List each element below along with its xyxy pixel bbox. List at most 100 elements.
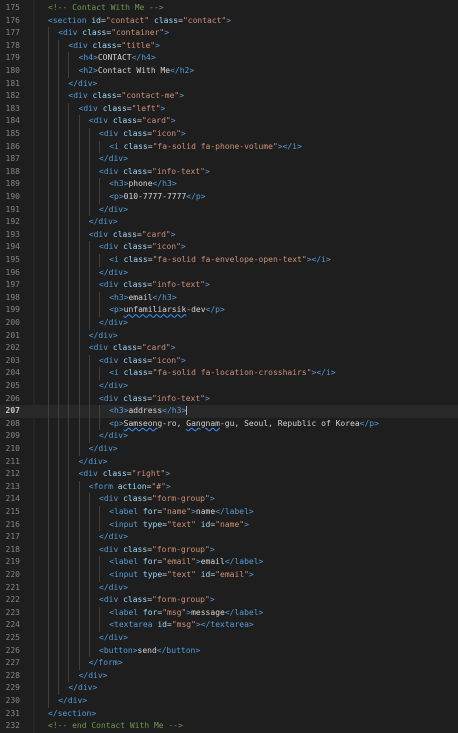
code-line[interactable]: 195 <i class="fa-solid fa-envelope-open-t…	[0, 254, 458, 267]
code-token: name	[195, 507, 216, 516]
code-token: </div>	[99, 582, 128, 592]
code-line[interactable]: 183 <div class="left">	[0, 102, 458, 116]
indent-guide	[48, 77, 49, 91]
code-token: class	[82, 28, 107, 38]
code-line[interactable]: 232 <!-- end Contact With Me -->	[0, 720, 458, 733]
code-text: </div>	[79, 456, 108, 469]
code-line[interactable]: 189 <h3>phone</h3>	[0, 178, 458, 191]
code-token: 010-7777-7777	[123, 192, 187, 201]
code-line[interactable]: 218 <div class="form-group">	[0, 543, 458, 557]
code-token: >	[165, 481, 171, 491]
code-line[interactable]: 216 <input type="text" id="name">	[0, 518, 458, 532]
code-token: ></i>	[277, 141, 302, 151]
code-text: <div class="card">	[89, 342, 176, 355]
code-line[interactable]: 224 <textarea id="msg"></textarea>	[0, 619, 458, 632]
code-line[interactable]: 226 <button>send</button>	[0, 644, 458, 658]
indent-guide	[88, 291, 90, 305]
code-token: >	[248, 570, 254, 579]
code-line[interactable]: 223 <label for="msg">message</label>	[0, 606, 458, 620]
code-line[interactable]: 175 <!-- Contact With Me -->	[0, 2, 458, 15]
indent-guide	[68, 632, 70, 645]
code-line[interactable]: 219 <label for="email">email</label>	[0, 556, 458, 569]
code-line[interactable]: 176 <section id="contact" class="contact"…	[0, 15, 458, 28]
code-line[interactable]: 199 <p>unfamiliarsik-dev</p>	[0, 304, 458, 317]
code-line[interactable]: 203 <div class="icon">	[0, 354, 458, 368]
code-line[interactable]: 182 <div class="contact-me">	[0, 90, 458, 103]
code-line[interactable]: 180 <h2>Contact With Me</h2>	[0, 65, 458, 78]
code-line[interactable]: 178 <div class="title">	[0, 39, 458, 53]
code-line[interactable]: 211 </div>	[0, 455, 458, 469]
indent-guide	[58, 52, 60, 65]
code-line[interactable]: 206 <div class="info-text">	[0, 392, 458, 406]
code-line[interactable]: 207 <h3>address</h3>	[0, 405, 458, 418]
code-line[interactable]: 177 <div class="container">	[0, 27, 458, 40]
code-text: <label for="msg">message</label>	[109, 607, 263, 620]
code-line[interactable]: 228 </div>	[0, 669, 458, 683]
code-token: class	[92, 40, 117, 50]
code-line[interactable]: 210 </div>	[0, 443, 458, 456]
code-token: "container"	[111, 28, 165, 38]
code-line[interactable]: 188 <div class="info-text">	[0, 165, 458, 179]
code-text: <div class="icon">	[99, 355, 186, 368]
code-line[interactable]: 190 <p>010-7777-7777</p>	[0, 191, 458, 204]
code-line[interactable]: 193 <div class="card">	[0, 228, 458, 242]
indent-guide	[48, 90, 49, 103]
code-line[interactable]: 187 </div>	[0, 153, 458, 166]
code-line[interactable]: 222 <div class="form-group">	[0, 594, 458, 607]
code-line[interactable]: 197 <div class="info-text">	[0, 279, 458, 292]
code-line[interactable]: 221 </div>	[0, 581, 458, 595]
code-line[interactable]: 186 <i class="fa-solid fa-phone-volume"><…	[0, 140, 458, 154]
code-line[interactable]: 205 </div>	[0, 380, 458, 393]
code-line[interactable]: 184 <div class="card">	[0, 115, 458, 128]
code-text: <h3>phone</h3>	[109, 178, 176, 191]
code-token: class	[123, 368, 148, 378]
indent-guide	[99, 254, 100, 267]
code-token: <label	[109, 557, 143, 567]
code-line[interactable]: 181 </div>	[0, 77, 458, 91]
indent-guide	[58, 367, 60, 380]
code-text: </div>	[58, 695, 87, 708]
code-line[interactable]: 200 </div>	[0, 317, 458, 330]
code-line[interactable]: 213 <form action="#">	[0, 480, 458, 494]
code-line[interactable]: 215 <label for="name">name</label>	[0, 506, 458, 519]
code-line[interactable]: 231 </section>	[0, 708, 458, 721]
code-token: >	[205, 393, 210, 403]
code-line[interactable]: 198 <h3>email</h3>	[0, 291, 458, 305]
code-line[interactable]: 191 </div>	[0, 203, 458, 217]
code-token: </label>	[224, 607, 264, 617]
code-line[interactable]: 185 <div class="icon">	[0, 128, 458, 141]
code-token: "icon"	[152, 355, 181, 365]
code-line[interactable]: 230 </div>	[0, 695, 458, 708]
code-line[interactable]: 227 </form>	[0, 657, 458, 670]
code-text: <div class="card">	[89, 115, 176, 128]
code-line[interactable]: 201 </div>	[0, 329, 458, 343]
indent-guide	[68, 455, 70, 469]
code-line[interactable]: 217 </div>	[0, 531, 458, 544]
code-token: "text"	[167, 570, 196, 579]
line-number: 231	[5, 708, 20, 718]
code-line[interactable]: 202 <div class="card">	[0, 342, 458, 355]
indent-guide	[99, 304, 100, 317]
code-line[interactable]: 196 </div>	[0, 266, 458, 280]
code-editor[interactable]: 175 <!-- Contact With Me --> 176 <section i…	[0, 0, 458, 733]
line-number: 218	[5, 544, 20, 554]
code-line[interactable]: 229 </div>	[0, 682, 458, 695]
code-line[interactable]: 194 <div class="icon">	[0, 241, 458, 254]
code-line[interactable]: 212 <div class="right">	[0, 468, 458, 481]
code-line[interactable]: 204 <i class="fa-solid fa-location-crossh…	[0, 367, 458, 380]
code-line[interactable]: 220 <input type="text" id="email">	[0, 569, 458, 582]
code-line[interactable]: 179 <h4>CONTACT</h4>	[0, 52, 458, 65]
code-line[interactable]: 214 <div class="form-group">	[0, 493, 458, 506]
indent-guide	[68, 556, 70, 569]
code-line[interactable]: 209 </div>	[0, 430, 458, 443]
code-token: </div>	[99, 431, 128, 441]
indent-guide	[58, 669, 60, 683]
indent-guide	[48, 178, 49, 191]
line-number: 189	[5, 179, 20, 189]
code-token: class	[123, 544, 148, 554]
code-line[interactable]: 225 </div>	[0, 632, 458, 645]
code-line[interactable]: 208 <p>Samseong-ro, Gangnam-gu, Seoul, Re…	[0, 417, 458, 431]
indent-guide	[58, 115, 60, 128]
code-line[interactable]: 192 </div>	[0, 216, 458, 229]
code-token: <input	[109, 519, 143, 529]
